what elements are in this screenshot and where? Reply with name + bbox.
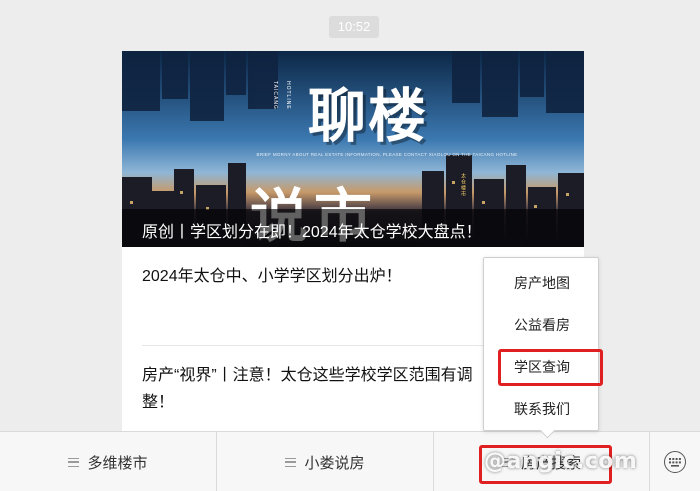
- submenu-popup: 房产地图 公益看房 学区查询 联系我们: [483, 257, 599, 431]
- menu-tab-label: 多维楼市: [87, 454, 148, 472]
- cover-vertical-text: 太仓楼市: [460, 173, 466, 197]
- keyboard-toggle-button[interactable]: [650, 432, 700, 491]
- watermark: @angic.com: [484, 449, 638, 474]
- submenu-item-house-map[interactable]: 房产地图: [484, 262, 600, 304]
- keyboard-icon: [664, 451, 686, 473]
- cover-title-bar: 原创丨学区划分在即！2024年太仓学校大盘点！: [122, 209, 584, 247]
- article-item[interactable]: 2024年太仓中、小学学区划分出炉！: [142, 263, 487, 290]
- menu-tab-1[interactable]: 多维楼市: [0, 432, 217, 491]
- menu-tab-label: 小娄说房: [304, 454, 365, 472]
- cover-article-title[interactable]: 原创丨学区划分在即！2024年太仓学校大盘点！: [142, 218, 482, 242]
- cover-headline: 聊楼: [308, 82, 429, 150]
- cover-image[interactable]: TAICANG HOTLINE 聊楼 BRIEF MORNY ABOUT REA…: [122, 51, 584, 247]
- menu-lines-icon: [68, 457, 80, 467]
- menu-lines-icon: [285, 457, 297, 467]
- submenu-item-viewing[interactable]: 公益看房: [484, 304, 600, 346]
- chat-timestamp: 10:52: [329, 16, 379, 38]
- submenu-item-school-district[interactable]: 学区查询: [484, 346, 600, 388]
- cover-vertical-text: HOTLINE: [285, 81, 291, 110]
- submenu-item-contact[interactable]: 联系我们: [484, 388, 600, 430]
- menu-tab-2[interactable]: 小娄说房: [217, 432, 434, 491]
- article-item[interactable]: 房产“视界”丨注意！太仓这些学校学区范围有调整！: [142, 362, 487, 416]
- cover-subtitle: BRIEF MORNY ABOUT REAL ESTATE INFORMATIO…: [256, 152, 518, 157]
- cover-vertical-text: TAICANG: [272, 81, 278, 110]
